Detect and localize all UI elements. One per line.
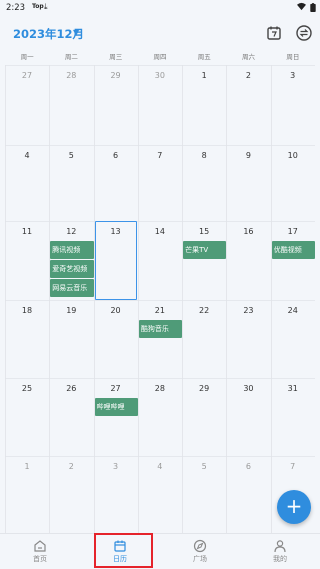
weekday-label: 周六	[242, 53, 256, 61]
event-chip[interactable]: 网易云音乐	[50, 279, 94, 297]
event-chip[interactable]: 酷狗音乐	[138, 320, 183, 338]
status-label: Top	[32, 3, 44, 10]
weekday-header: 周一 周二 周三 周四 周五 周六 周日	[5, 51, 315, 65]
calendar-today-icon[interactable]	[265, 24, 283, 42]
sync-icon[interactable]	[295, 24, 313, 42]
day-cell[interactable]: 28	[138, 384, 182, 393]
day-cell[interactable]: 7	[138, 151, 182, 160]
day-cell[interactable]: 29	[182, 384, 226, 393]
day-cell[interactable]: 1	[5, 462, 49, 471]
day-cell[interactable]: 6	[226, 462, 270, 471]
wifi-icon	[297, 2, 306, 11]
day-cell[interactable]: 21	[138, 306, 182, 315]
day-cell[interactable]: 30	[226, 384, 270, 393]
day-cell[interactable]: 23	[226, 306, 270, 315]
today-highlight[interactable]	[94, 221, 137, 300]
nav-item-square[interactable]: 广场	[160, 534, 240, 569]
home-icon	[34, 540, 46, 552]
highlight-box	[94, 533, 153, 568]
day-cell[interactable]: 4	[5, 151, 49, 160]
nav-label: 广场	[193, 555, 207, 563]
nav-item-home[interactable]: 首页	[0, 534, 80, 569]
bottom-nav: 首页 日历 广场 我的	[0, 533, 320, 569]
day-cell[interactable]: 2	[226, 71, 270, 80]
day-cell[interactable]: 5	[182, 462, 226, 471]
day-cell[interactable]: 6	[94, 151, 138, 160]
day-cell[interactable]: 14	[138, 227, 182, 236]
day-cell[interactable]: 31	[271, 384, 315, 393]
compass-icon	[193, 539, 207, 553]
day-cell[interactable]: 3	[94, 462, 138, 471]
event-chip[interactable]: 腾讯视频	[50, 241, 94, 259]
chevron-down-icon[interactable]: ▼	[73, 28, 79, 37]
weekday-label: 周一	[20, 53, 34, 61]
weekday-label: 周五	[197, 53, 211, 61]
nav-label: 我的	[273, 555, 287, 563]
person-icon	[274, 540, 286, 553]
day-cell[interactable]: 27	[94, 384, 138, 393]
day-cell[interactable]: 27	[5, 71, 49, 80]
weekday-label: 周日	[286, 53, 300, 61]
month-grid[interactable]: 27 28 29 30 1 2 3 4 5 6 7 8 9 10 11 12 13 14 15 16 17 18 19 20 2…	[5, 65, 315, 533]
nav-label: 首页	[33, 555, 47, 563]
day-cell[interactable]: 10	[271, 151, 315, 160]
day-cell[interactable]: 16	[226, 227, 270, 236]
download-icon: ⤓	[44, 2, 48, 11]
day-cell[interactable]: 9	[226, 151, 270, 160]
day-cell[interactable]: 28	[49, 71, 93, 80]
event-chip[interactable]: 芒果TV	[183, 241, 227, 259]
day-cell[interactable]: 2	[49, 462, 93, 471]
day-cell[interactable]: 1	[182, 71, 226, 80]
day-cell[interactable]: 30	[138, 71, 182, 80]
weekday-label: 周二	[64, 53, 78, 61]
day-cell[interactable]: 7	[271, 462, 315, 471]
day-cell[interactable]: 17	[271, 227, 315, 236]
status-time: 2:23	[6, 3, 26, 13]
day-cell[interactable]: 3	[271, 71, 315, 80]
day-cell[interactable]: 15	[182, 227, 226, 236]
day-cell[interactable]: 11	[5, 227, 49, 236]
nav-item-profile[interactable]: 我的	[240, 534, 320, 569]
event-chip[interactable]: 优酷视频	[271, 241, 315, 259]
day-cell[interactable]: 8	[182, 151, 226, 160]
day-cell[interactable]: 4	[138, 462, 182, 471]
day-cell[interactable]: 22	[182, 306, 226, 315]
day-cell[interactable]: 18	[5, 306, 49, 315]
day-cell[interactable]: 29	[94, 71, 138, 80]
calendar-header: 2023年12月 ▼	[0, 18, 320, 48]
status-bar: 2:23 Top ⤓	[0, 0, 320, 16]
day-cell[interactable]: 20	[94, 306, 138, 315]
add-event-button[interactable]: +	[277, 490, 311, 524]
event-chip[interactable]: 哔哩哔哩	[94, 398, 138, 416]
day-cell[interactable]: 12	[49, 227, 93, 236]
day-cell[interactable]: 26	[49, 384, 93, 393]
day-cell[interactable]: 19	[49, 306, 93, 315]
day-cell[interactable]: 5	[49, 151, 93, 160]
day-cell[interactable]: 24	[271, 306, 315, 315]
battery-icon	[310, 3, 316, 12]
day-cell[interactable]: 25	[5, 384, 49, 393]
weekday-label: 周四	[153, 53, 167, 61]
event-chip[interactable]: 爱奇艺视频	[50, 260, 94, 278]
weekday-label: 周三	[109, 53, 123, 61]
